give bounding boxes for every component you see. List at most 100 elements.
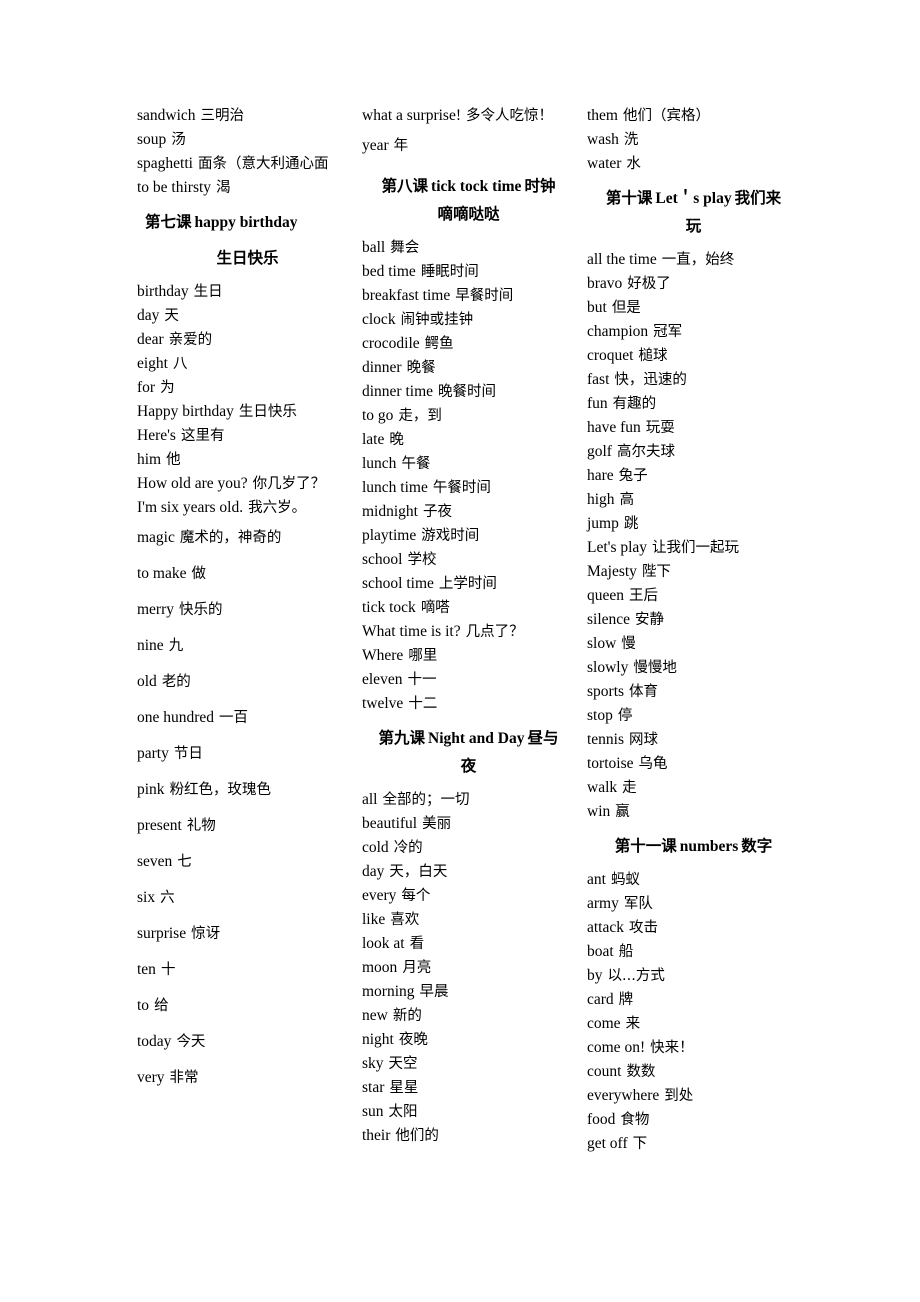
entry-term-en: like [362,911,386,928]
glossary-entry: tennis 网球 [587,728,800,752]
entry-term-en: fast [587,371,610,388]
entry-gloss-cn: 慢慢地 [633,660,677,676]
glossary-entry: walk 走 [587,776,800,800]
glossary-entry: What time is it? 几点了？ [362,620,575,644]
glossary-entry: present 礼物 [137,808,350,844]
lesson-heading: 第十课 Let＇s play 我们来玩 [587,187,800,238]
entry-term-en: high [587,491,615,508]
glossary-entry: what a surprise! 多令人吃惊！ [362,104,575,128]
entry-gloss-cn: 星星 [389,1080,419,1096]
entry-term-en: twelve [362,695,404,712]
glossary-entry: six 六 [137,880,350,916]
glossary-entry: star 星星 [362,1076,575,1100]
glossary-entry: I'm six years old. 我六岁。 [137,496,350,520]
entry-gloss-cn: 晚 [389,432,404,448]
entry-gloss-cn: 八 [173,356,188,372]
entry-gloss-cn: 早餐时间 [455,288,514,304]
entry-gloss-cn: 做 [191,566,207,582]
glossary-entry: win 赢 [587,800,800,824]
glossary-entry: slow 慢 [587,632,800,656]
glossary-entry: magic 魔术的，神奇的 [137,520,350,556]
glossary-entry: lunch time 午餐时间 [362,476,575,500]
entry-gloss-cn: 蚂蚁 [610,872,640,888]
glossary-entry: by 以...方式 [587,964,800,988]
entry-term-en: birthday [137,283,189,300]
entry-gloss-cn: 全部的；一切 [382,792,470,808]
entry-term-en: spaghetti [137,155,193,172]
lesson-title-cn: 生日快乐 [216,249,279,267]
glossary-entry: breakfast time 早餐时间 [362,284,575,308]
entry-gloss-cn: 喜欢 [390,912,420,928]
entry-term-en: crocodile [362,335,420,352]
lesson-title-cn: 我们来 [734,189,782,207]
glossary-entry: to make 做 [137,556,350,592]
glossary-entry: sky 天空 [362,1052,575,1076]
entry-term-en: their [362,1127,391,1144]
entry-term-en: win [587,803,611,820]
entry-gloss-cn: 下 [632,1136,648,1152]
entry-term-en: slowly [587,659,629,676]
entry-gloss-cn: 到处 [664,1088,694,1104]
entry-term-en: tortoise [587,755,634,772]
entry-gloss-cn: 游戏时间 [421,528,480,544]
entry-term-en: slow [587,635,617,652]
glossary-entry: beautiful 美丽 [362,812,575,836]
entry-term-en: to make [137,565,187,582]
entry-gloss-cn: 太阳 [388,1104,418,1120]
lesson-heading: 第八课 tick tock time 时钟 嘀嘀哒哒 [362,175,575,226]
entry-gloss-cn: 粉红色，玫瑰色 [169,782,272,798]
glossary-entry: soup 汤 [137,128,350,152]
glossary-entry: sun 太阳 [362,1100,575,1124]
entry-term-en: sun [362,1103,384,1120]
lesson-title-cn-cont: 嘀嘀哒哒 [437,205,500,223]
entry-gloss-cn: 赢 [615,804,630,820]
glossary-entry: eight 八 [137,352,350,376]
entry-gloss-cn: 午餐 [401,456,431,472]
entry-term-en: ball [362,239,386,256]
entry-term-en: magic [137,529,175,546]
entry-term-en: but [587,299,607,316]
entry-gloss-cn: 网球 [629,732,659,748]
glossary-entry: lunch 午餐 [362,452,575,476]
entry-term-en: breakfast time [362,287,451,304]
entry-gloss-cn: 十二 [408,696,438,712]
glossary-entry: him 他 [137,448,350,472]
glossary-entry: eleven 十一 [362,668,575,692]
entry-term-en: surprise [137,925,187,942]
lesson-title-en: happy birthday [194,214,298,231]
glossary-entry: card 牌 [587,988,800,1012]
entry-term-en: walk [587,779,618,796]
entry-term-en: one hundred [137,709,215,726]
glossary-entry: fun 有趣的 [587,392,800,416]
glossary-entry: fast 快，迅速的 [587,368,800,392]
glossary-entry: wash 洗 [587,128,800,152]
glossary-entry: come on! 快来！ [587,1036,800,1060]
glossary-entry: year 年 [362,128,575,164]
entry-gloss-cn: 生日 [193,284,223,300]
entry-term-en: school time [362,575,434,592]
glossary-entry: hare 兔子 [587,464,800,488]
glossary-entry: school time 上学时间 [362,572,575,596]
entry-gloss-cn: 早晨 [419,984,449,1000]
entry-term-en: I'm six years old. [137,499,244,516]
entry-term-en: late [362,431,385,448]
glossary-entry: to go 走，到 [362,404,575,428]
lesson-title-cn: 数字 [741,837,773,855]
entry-term-en: boat [587,943,614,960]
glossary-entry: late 晚 [362,428,575,452]
glossary-entry: old 老的 [137,664,350,700]
entry-term-en: day [362,863,385,880]
entry-gloss-cn: 晚餐时间 [438,384,497,400]
glossary-entry: food 食物 [587,1108,800,1132]
entry-term-en: moon [362,959,398,976]
glossary-entry: merry 快乐的 [137,592,350,628]
entry-term-en: merry [137,601,175,618]
entry-gloss-cn: 他们（宾格） [623,108,710,124]
glossary-entry: bed time 睡眠时间 [362,260,575,284]
glossary-entry: cold 冷的 [362,836,575,860]
entry-gloss-cn: 学校 [407,552,437,568]
entry-gloss-cn: 七 [177,854,192,870]
entry-term-en: tick tock [362,599,416,616]
glossary-entry: all the time 一直，始终 [587,248,800,272]
entry-gloss-cn: 冠军 [653,324,683,340]
